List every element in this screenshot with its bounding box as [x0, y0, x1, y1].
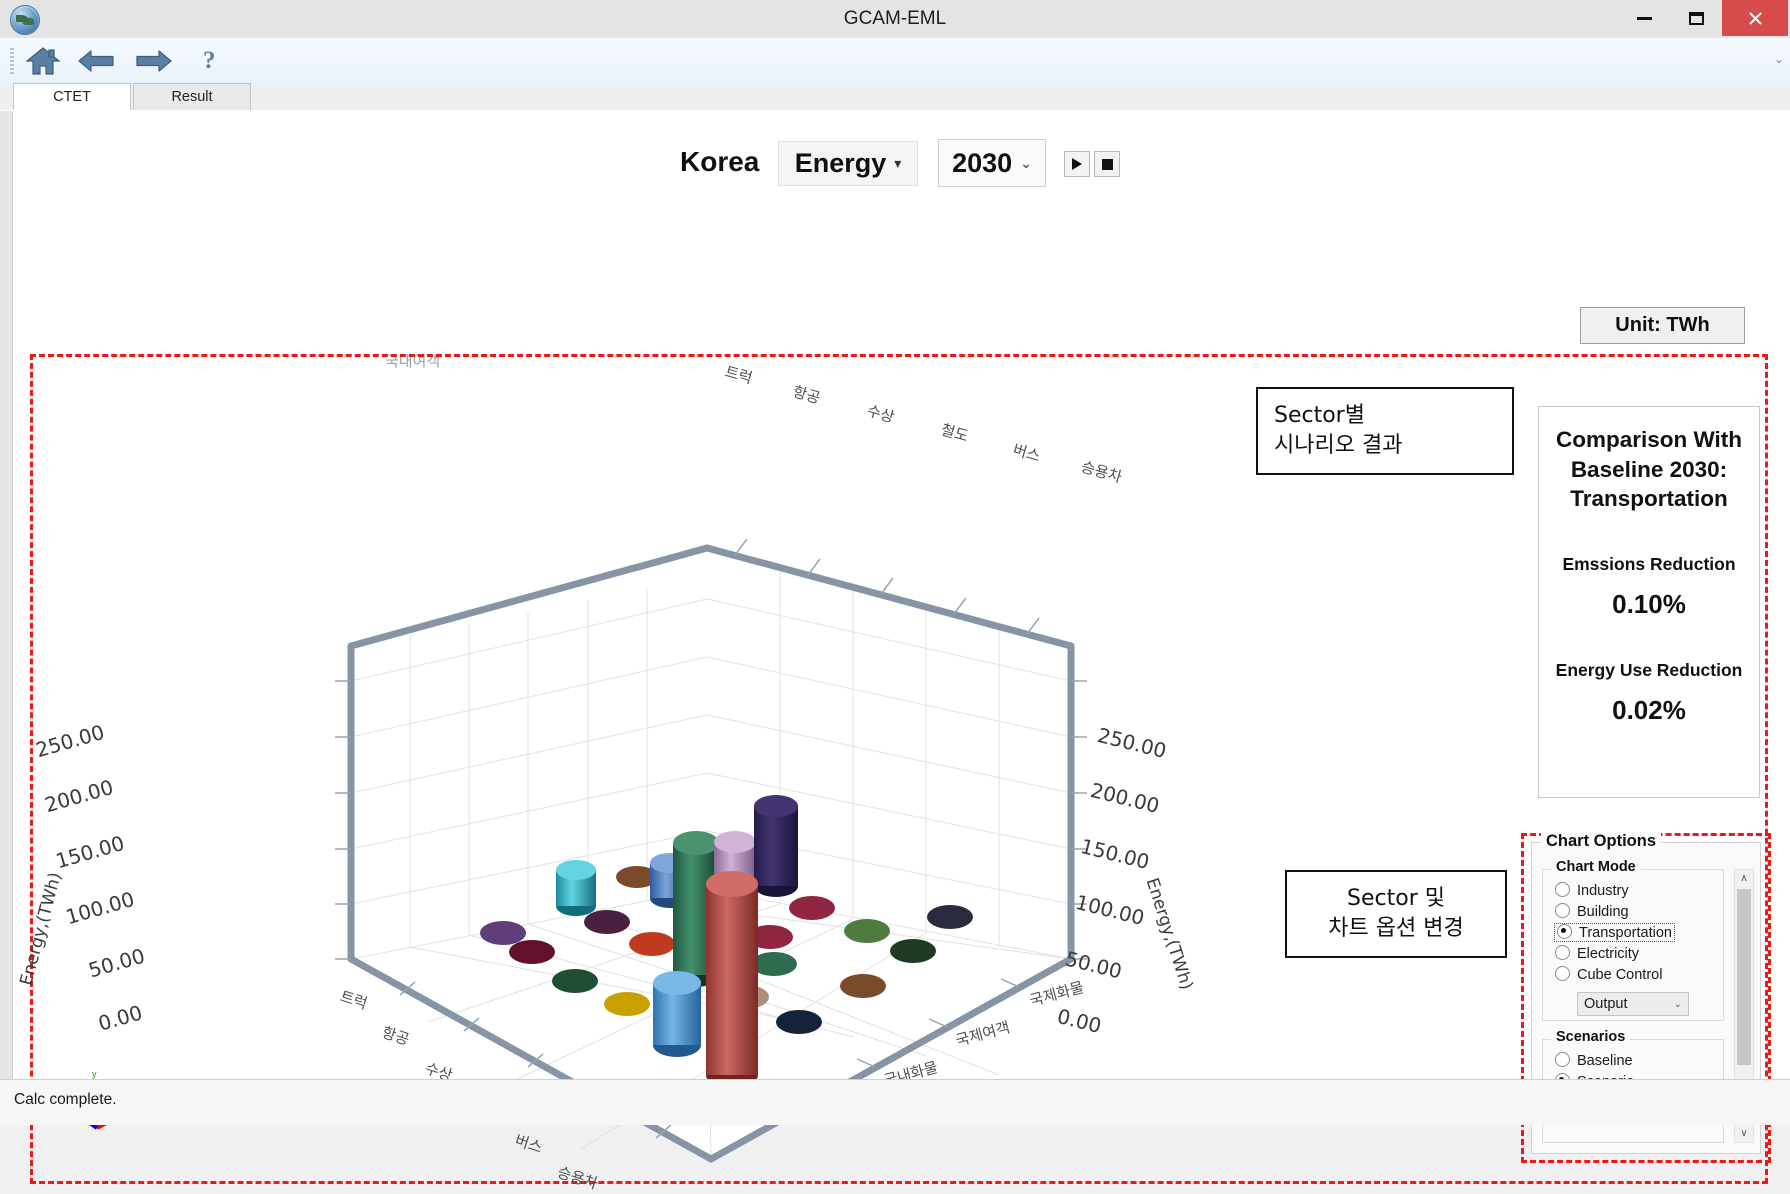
chart-options-title: Chart Options	[1541, 832, 1661, 851]
emissions-reduction-label: Emssions Reduction	[1562, 554, 1736, 575]
comparison-title: Comparison With Baseline 2030: Transport…	[1549, 425, 1749, 514]
callout-chart-options: Sector 및 차트 옵션 변경	[1285, 870, 1507, 958]
scroll-down-icon[interactable]: ∨	[1735, 1125, 1753, 1142]
radio-dot-icon	[1555, 903, 1570, 918]
chevron-down-icon: ⌄	[1020, 154, 1032, 171]
country-label: Korea	[680, 146, 760, 177]
chevron-down-icon: ⌄	[1673, 998, 1682, 1010]
left-rail	[0, 111, 13, 1081]
chart-mode-group: Chart Mode Industry Building Transportat…	[1542, 859, 1724, 1021]
forward-button[interactable]	[133, 44, 175, 78]
unit-badge: Unit: TWh	[1580, 307, 1745, 344]
back-button[interactable]	[75, 44, 117, 78]
tab-strip: CTET Result	[0, 83, 1790, 111]
radio-dot-icon	[1555, 945, 1570, 960]
toolbar-overflow-caret[interactable]: ⌄	[1774, 52, 1784, 66]
scrollbar-thumb[interactable]	[1737, 889, 1751, 1065]
scenarios-title: Scenarios	[1551, 1029, 1631, 1045]
minimize-button[interactable]	[1618, 0, 1670, 36]
toolbar: ? ⌄	[0, 38, 1790, 84]
tab-result[interactable]: Result	[133, 83, 251, 110]
chart-3d[interactable]: 250.00 200.00 150.00 100.00 50.00 0.00 2…	[16, 352, 1285, 1193]
radio-industry[interactable]: Industry	[1555, 882, 1629, 899]
toolbar-grip[interactable]	[10, 48, 14, 74]
radio-industry-label: Industry	[1577, 883, 1629, 899]
back-arrow-icon	[78, 50, 114, 72]
radio-baseline-label: Baseline	[1577, 1053, 1633, 1069]
svg-text:?: ?	[203, 47, 216, 74]
radio-dot-icon	[1555, 882, 1570, 897]
home-button[interactable]	[22, 44, 64, 78]
year-dropdown-value: 2030	[952, 147, 1013, 178]
window-controls	[1618, 0, 1788, 38]
maximize-button[interactable]	[1670, 0, 1722, 36]
radio-building[interactable]: Building	[1555, 903, 1629, 920]
close-button[interactable]	[1722, 0, 1788, 36]
stop-icon	[1101, 158, 1113, 170]
radio-electricity[interactable]: Electricity	[1555, 945, 1639, 962]
radio-dot-icon	[1555, 966, 1570, 981]
scroll-up-icon[interactable]: ∧	[1735, 870, 1753, 887]
status-message: Calc complete.	[14, 1091, 117, 1108]
question-mark-icon: ?	[203, 47, 216, 74]
output-dropdown-value: Output	[1584, 996, 1628, 1012]
radio-dot-icon	[1555, 1052, 1570, 1067]
radio-cube-control[interactable]: Cube Control	[1555, 966, 1662, 983]
energy-reduction-label: Energy Use Reduction	[1555, 660, 1743, 681]
title-bar: GCAM-EML	[0, 0, 1790, 39]
radio-building-label: Building	[1577, 904, 1629, 920]
callout-options-line2: 차트 옵션 변경	[1328, 916, 1464, 941]
window-title: GCAM-EML	[843, 8, 947, 29]
callout-sector-line1: Sector별	[1274, 403, 1365, 429]
play-icon	[1072, 158, 1082, 170]
comparison-title-line3: Transportation	[1570, 486, 1728, 512]
emissions-reduction-value: 0.10%	[1612, 589, 1686, 620]
page-body: Korea Energy ▾ 2030 ⌄ Unit: TWh 250.00 2…	[0, 110, 1790, 1193]
output-dropdown[interactable]: Output ⌄	[1577, 992, 1689, 1016]
radio-transportation-label: Transportation	[1579, 925, 1672, 941]
home-icon	[26, 47, 60, 75]
radio-electricity-label: Electricity	[1577, 946, 1640, 962]
selector-row: Korea Energy ▾ 2030 ⌄	[0, 136, 1790, 191]
radio-dot-icon	[1557, 924, 1572, 939]
metric-dropdown[interactable]: Energy ▾	[778, 141, 918, 186]
year-dropdown[interactable]: 2030 ⌄	[938, 139, 1046, 187]
chevron-down-icon: ▾	[894, 155, 902, 171]
comparison-title-line1: Comparison With	[1555, 427, 1743, 452]
chart-mode-title: Chart Mode	[1551, 859, 1641, 875]
comparison-title-line2: Baseline 2030:	[1570, 456, 1728, 482]
callout-options-line1: Sector 및	[1347, 886, 1445, 912]
radio-cube-control-label: Cube Control	[1577, 967, 1663, 983]
tab-ctet[interactable]: CTET	[13, 83, 131, 110]
help-button[interactable]: ?	[190, 44, 232, 78]
top-category-label: 국내여객	[385, 352, 441, 370]
forward-arrow-icon	[136, 50, 172, 72]
comparison-panel: Comparison With Baseline 2030: Transport…	[1538, 406, 1760, 798]
radio-baseline[interactable]: Baseline	[1555, 1052, 1633, 1069]
svg-text:y: y	[92, 1069, 97, 1079]
radio-transportation[interactable]: Transportation	[1554, 923, 1675, 942]
energy-reduction-value: 0.02%	[1612, 695, 1686, 726]
application-window: GCAM-EML ? ⌄ CTET Result Korea Energy ▾ …	[0, 0, 1790, 1193]
close-icon	[1748, 11, 1762, 25]
status-bar: Calc complete.	[0, 1079, 1790, 1125]
play-button[interactable]	[1064, 151, 1090, 177]
metric-dropdown-value: Energy	[794, 148, 887, 178]
callout-sector-line2: 시나리오 결과	[1274, 433, 1403, 458]
stop-button[interactable]	[1094, 151, 1120, 177]
callout-sector-result: Sector별 시나리오 결과	[1256, 387, 1514, 475]
